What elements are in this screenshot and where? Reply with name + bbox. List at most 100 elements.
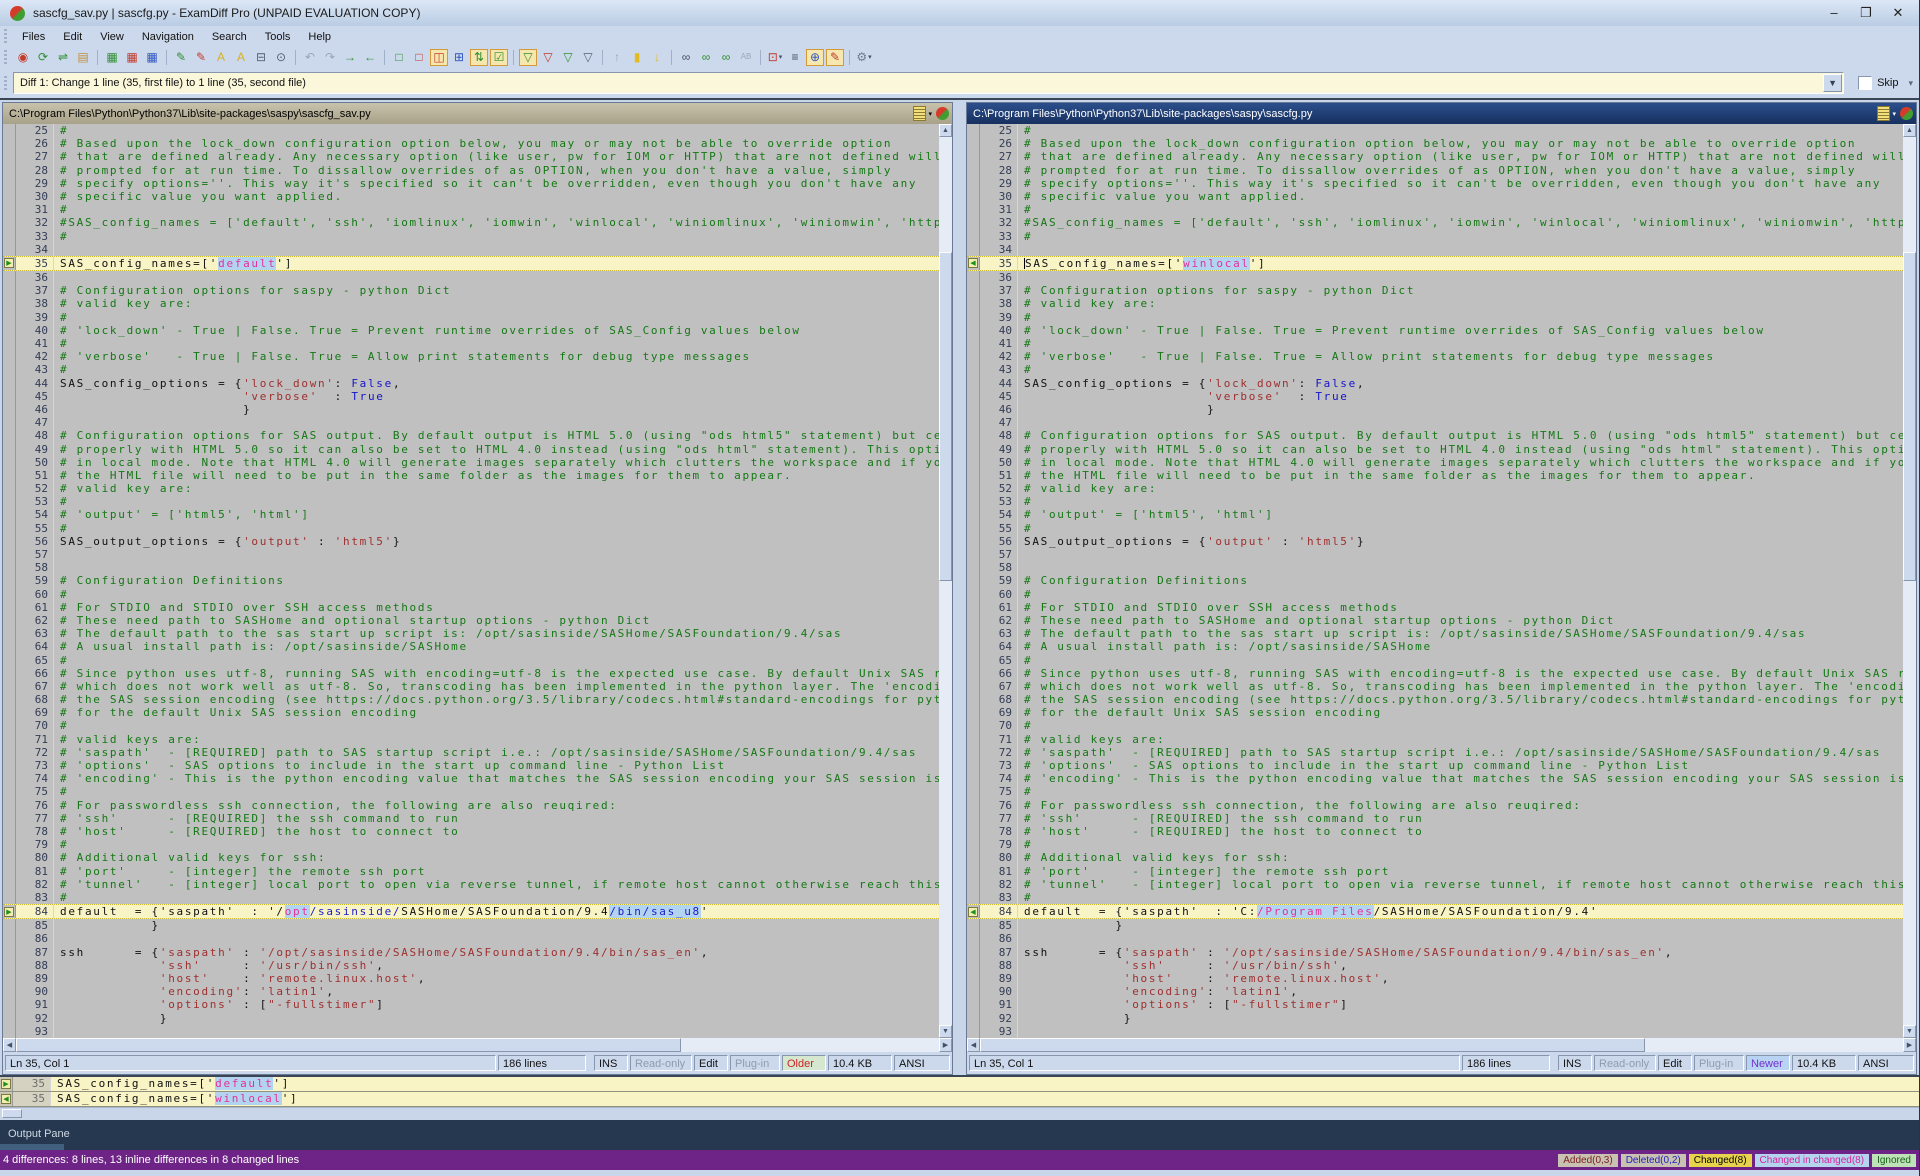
copy-path-dropdown-icon[interactable]: ▾ (928, 110, 932, 118)
find-next-icon[interactable]: ∞ (697, 49, 715, 66)
find-icon[interactable]: ∞ (677, 49, 695, 66)
settings-icon[interactable]: ⚙ (855, 49, 873, 66)
diff-arrow-right-icon[interactable]: ▶ (4, 907, 14, 917)
vertical-scroll-thumb[interactable] (1903, 252, 1916, 581)
diffbar-grip[interactable] (4, 76, 7, 90)
maximize-button[interactable]: ❐ (1857, 5, 1875, 21)
examdiff-window: sascfg_sav.py | sascfg.py - ExamDiff Pro… (0, 0, 1920, 1176)
diff-margin (967, 759, 980, 772)
copy-second-icon[interactable]: A (232, 49, 250, 66)
scroll-left-button[interactable]: ◀ (967, 1038, 980, 1052)
badge-ignored[interactable]: Ignored (1872, 1154, 1916, 1167)
save-first-icon[interactable]: ▦ (103, 49, 121, 66)
copy-first-icon[interactable]: A (212, 49, 230, 66)
current-diff-icon[interactable]: ▮ (628, 49, 646, 66)
horizontal-scrollbar[interactable]: ◀▶ (967, 1038, 1916, 1052)
skip-checkbox[interactable] (1858, 76, 1872, 90)
next-diff-icon[interactable]: ↓ (648, 49, 666, 66)
menu-edit[interactable]: Edit (54, 29, 91, 45)
refresh-icon[interactable]: ⟳ (34, 49, 52, 66)
find-prev-icon[interactable]: ∞ (717, 49, 735, 66)
horizontal-scrollbar[interactable]: ◀▶ (3, 1038, 952, 1052)
code-text: # prompted for at run time. To dissallow… (54, 164, 939, 177)
diff-dropdown-button[interactable]: ▼ (1823, 74, 1842, 92)
code-line: 55# (967, 522, 1903, 535)
copy-path-dropdown-icon[interactable]: ▾ (1892, 110, 1896, 118)
menu-tools[interactable]: Tools (256, 29, 300, 45)
vertical-scrollbar[interactable]: ▲▼ (1903, 124, 1916, 1038)
scroll-right-button[interactable]: ▶ (1903, 1038, 1916, 1052)
badge-changed-in-changed[interactable]: Changed in changed(8) (1755, 1154, 1870, 1167)
output-pane-tab[interactable] (0, 1144, 64, 1150)
horizontal-scroll-thumb[interactable] (980, 1038, 1645, 1052)
scroll-right-button[interactable]: ▶ (939, 1038, 952, 1052)
horizontal-scroll-track[interactable] (980, 1038, 1903, 1052)
line-details-icon[interactable]: ≡ (786, 49, 804, 66)
preview-diff-row[interactable]: ◀35SAS_config_names=['winlocal'] (0, 1092, 1919, 1107)
preview-scrollbar-thumb[interactable] (2, 1109, 22, 1118)
diff-arrow-left-icon[interactable]: ◀ (968, 907, 978, 917)
diff-margin (967, 297, 980, 310)
code-lines[interactable]: 25#26# Based upon the lock_down configur… (3, 124, 939, 1038)
scroll-down-button[interactable]: ▼ (1903, 1025, 1916, 1038)
badge-added[interactable]: Added(0,3) (1558, 1154, 1617, 1167)
menu-files[interactable]: Files (13, 29, 54, 45)
scroll-up-button[interactable]: ▲ (1903, 124, 1916, 137)
menu-navigation[interactable]: Navigation (133, 29, 203, 45)
menu-search[interactable]: Search (203, 29, 256, 45)
pane-header-left[interactable]: C:\Program Files\Python\Python37\Lib\sit… (3, 103, 952, 124)
plugins-icon[interactable]: ⊕ (806, 49, 824, 66)
code-lines[interactable]: 25#26# Based upon the lock_down configur… (967, 124, 1903, 1038)
compare-icon[interactable]: ◉ (14, 49, 32, 66)
copy-path-icon[interactable] (913, 106, 926, 121)
diff-selector[interactable]: Diff 1: Change 1 line (35, first file) t… (13, 72, 1844, 94)
copy-block-right-icon[interactable]: → (341, 49, 359, 66)
show-identical-icon[interactable]: □ (390, 49, 408, 66)
horizontal-scroll-track[interactable] (16, 1038, 939, 1052)
badge-deleted[interactable]: Deleted(0,2) (1621, 1154, 1686, 1167)
preview-scrollbar[interactable] (0, 1107, 1919, 1120)
horizontal-scroll-thumb[interactable] (16, 1038, 681, 1052)
open-folder-icon[interactable]: ▤ (74, 49, 92, 66)
scroll-up-button[interactable]: ▲ (939, 124, 952, 137)
vertical-scroll-track[interactable] (1903, 137, 1916, 1025)
edit-second-icon[interactable]: ✎ (192, 49, 210, 66)
vertical-scroll-thumb[interactable] (939, 252, 952, 581)
diff-arrow-right-icon[interactable]: ▶ (4, 258, 14, 268)
menu-help[interactable]: Help (299, 29, 340, 45)
vertical-scroll-track[interactable] (939, 137, 952, 1025)
filter-all-diffs-icon[interactable]: ▽ (519, 49, 537, 66)
split-view-icon[interactable]: ⊞ (450, 49, 468, 66)
menu-view[interactable]: View (91, 29, 133, 45)
minimize-button[interactable]: – (1825, 5, 1843, 21)
toolbar-overflow-chevron[interactable]: ▾ (1908, 78, 1913, 89)
scroll-left-button[interactable]: ◀ (3, 1038, 16, 1052)
filter-changed-icon[interactable]: ▽ (559, 49, 577, 66)
filter-deleted-icon[interactable]: ▽ (539, 49, 557, 66)
menubar-grip[interactable] (4, 29, 7, 43)
copy-block-left-icon[interactable]: ← (361, 49, 379, 66)
save-second-icon[interactable]: ▦ (123, 49, 141, 66)
copy-path-icon[interactable] (1877, 106, 1890, 121)
preview-diff-row[interactable]: ▶35SAS_config_names=['default'] (0, 1077, 1919, 1092)
print-icon[interactable]: ⊟ (252, 49, 270, 66)
view-options-icon[interactable]: ⊡ (766, 49, 784, 66)
edit-plugins-icon[interactable]: ✎ (826, 49, 844, 66)
toolbar-grip[interactable] (4, 50, 7, 64)
code-text: # For STDIO and STDIO over SSH access me… (54, 601, 939, 614)
show-deleted-icon[interactable]: □ (410, 49, 428, 66)
pane-header-right[interactable]: C:\Program Files\Python\Python37\Lib\sit… (967, 103, 1916, 124)
show-whitespace-icon[interactable]: ☑ (490, 49, 508, 66)
edit-first-icon[interactable]: ✎ (172, 49, 190, 66)
filter-ignored-icon[interactable]: ▽ (579, 49, 597, 66)
badge-changed[interactable]: Changed(8) (1689, 1154, 1752, 1167)
preview-icon[interactable]: ⊙ (272, 49, 290, 66)
save-both-icon[interactable]: ▦ (143, 49, 161, 66)
sync-scroll-icon[interactable]: ⇅ (470, 49, 488, 66)
swap-panes-icon[interactable]: ⇌ (54, 49, 72, 66)
close-button[interactable]: ✕ (1889, 5, 1907, 21)
scroll-down-button[interactable]: ▼ (939, 1025, 952, 1038)
diff-arrow-left-icon[interactable]: ◀ (968, 258, 978, 268)
show-changed-icon[interactable]: ◫ (430, 49, 448, 66)
vertical-scrollbar[interactable]: ▲▼ (939, 124, 952, 1038)
